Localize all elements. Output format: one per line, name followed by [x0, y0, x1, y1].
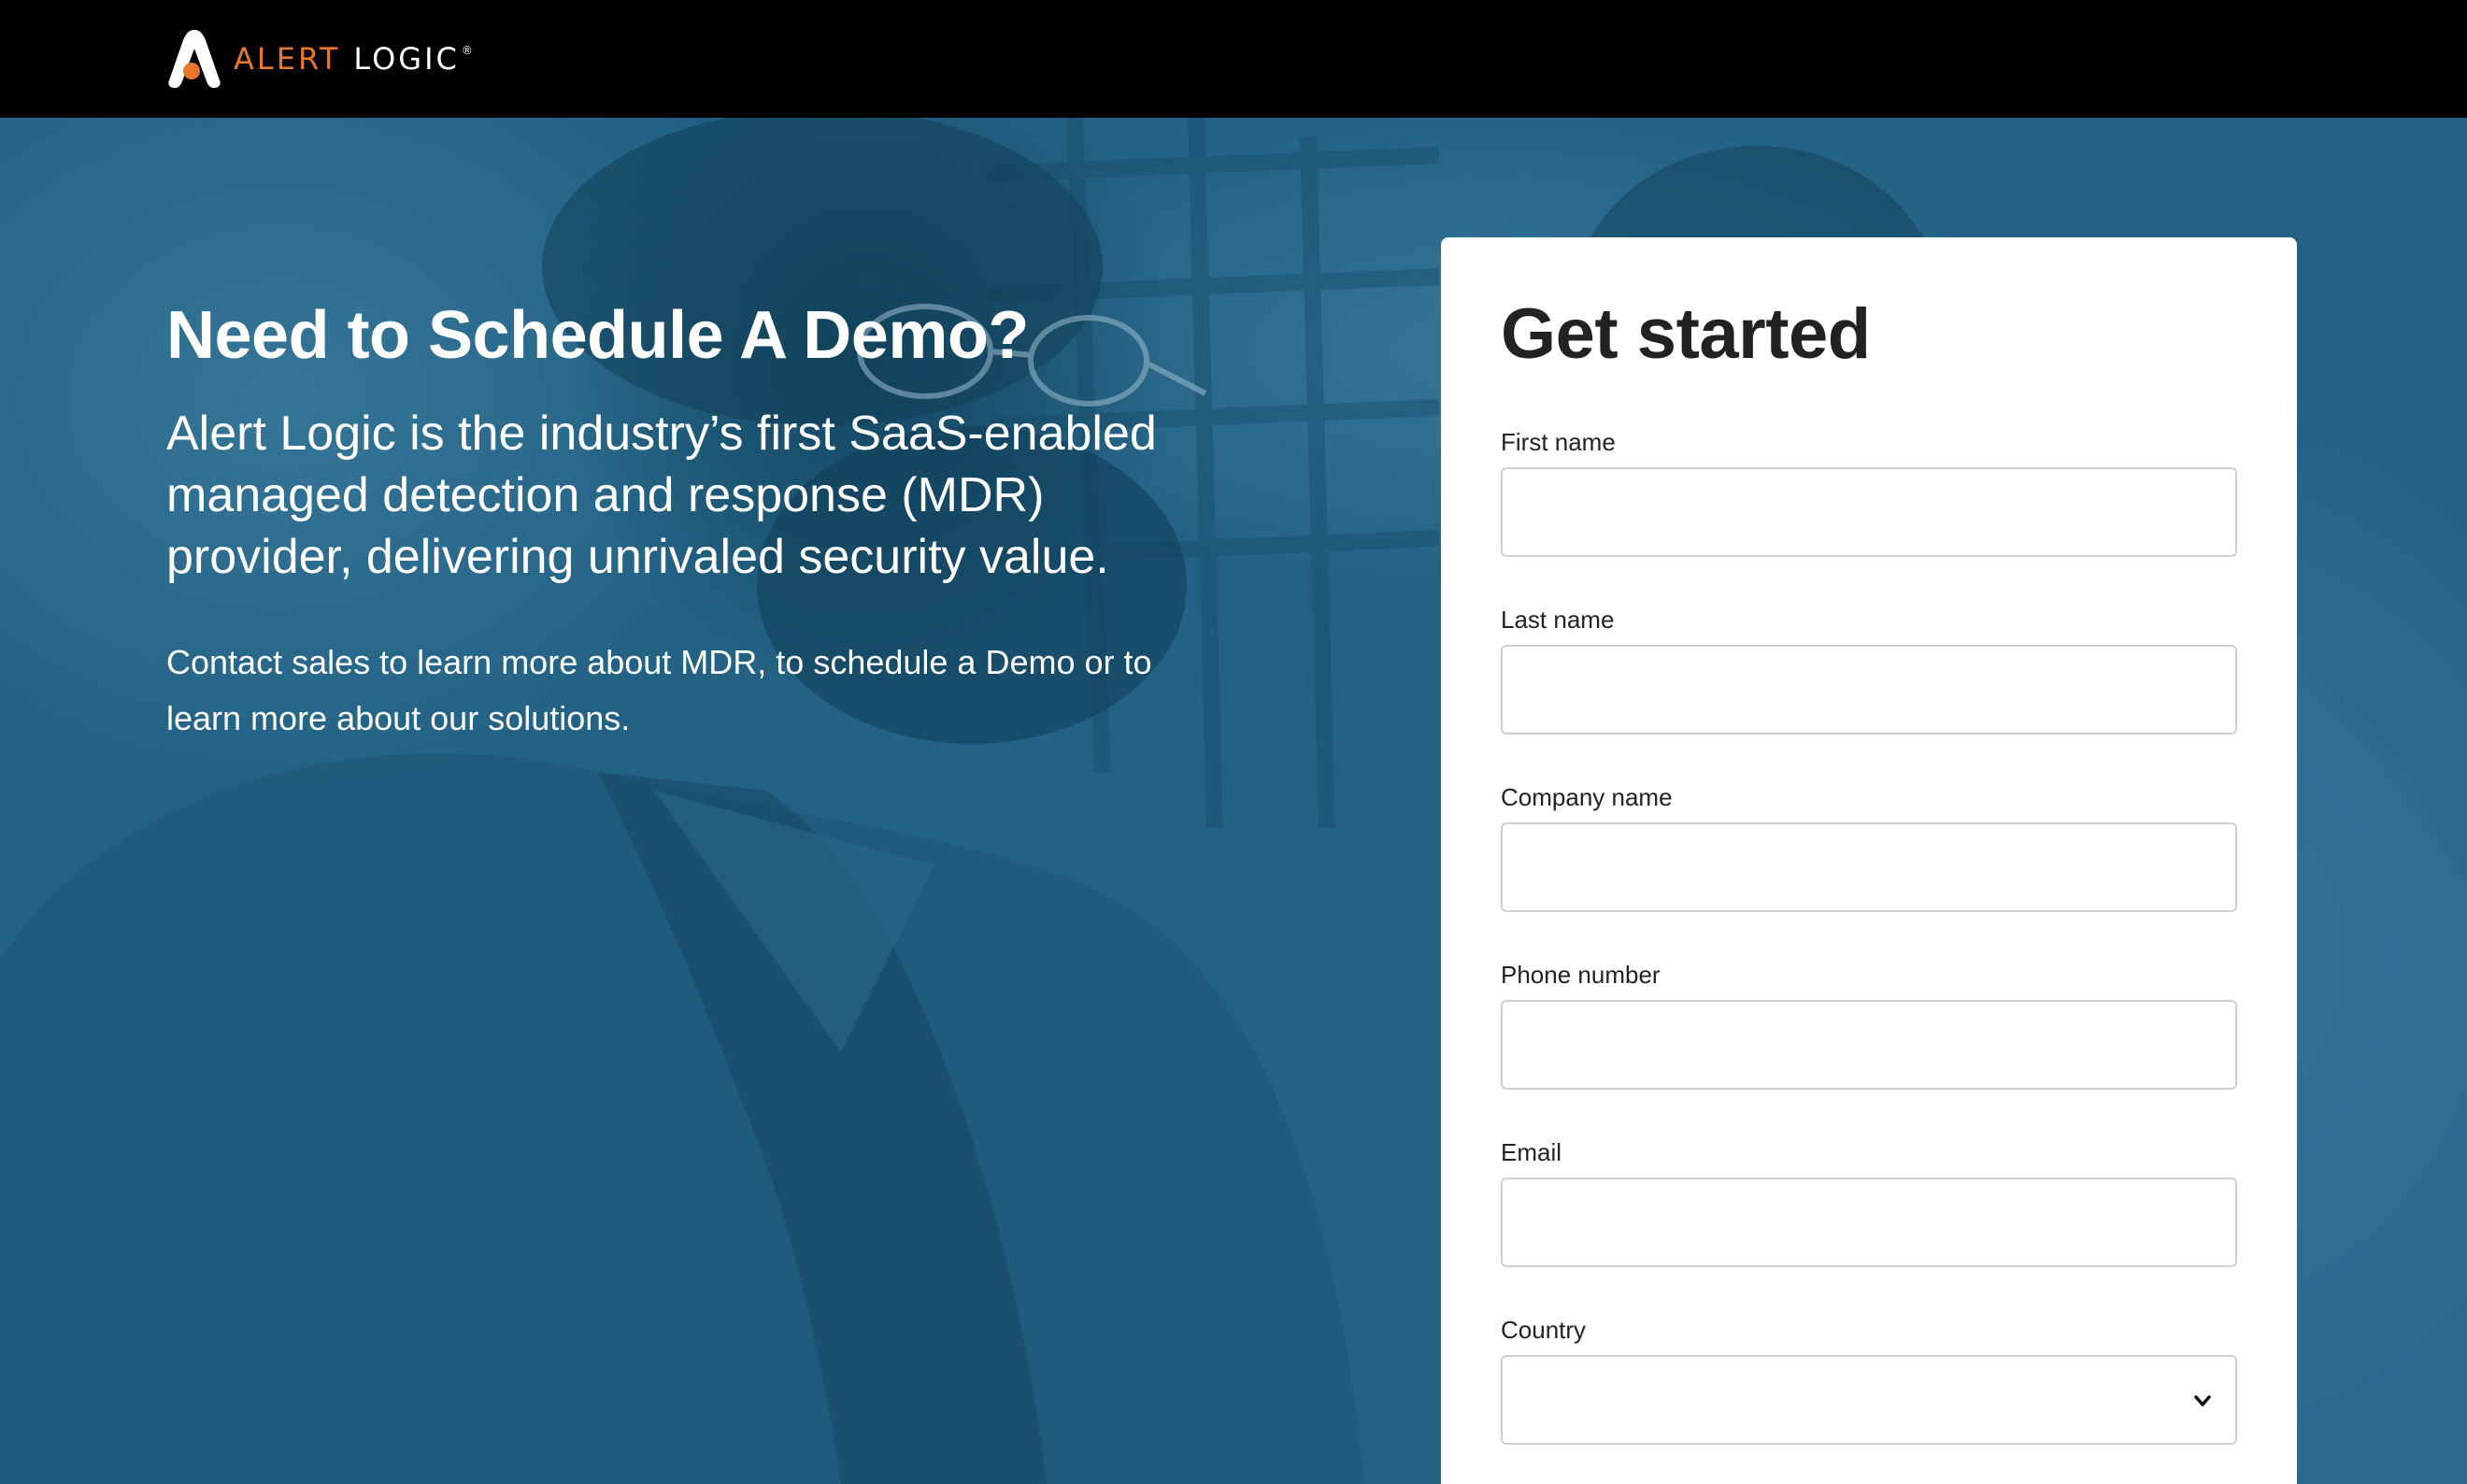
form-title: Get started [1501, 294, 1871, 374]
phone-number-input[interactable] [1501, 1000, 2237, 1090]
first-name-field: First name [1501, 428, 2237, 557]
country-field: Country [1501, 1316, 2237, 1445]
hero-section: Need to Schedule A Demo? Alert Logic is … [0, 118, 2467, 1484]
email-label: Email [1501, 1138, 1562, 1166]
hero-lead-text: Alert Logic is the industry’s first SaaS… [166, 407, 1157, 585]
hero-copy: Need to Schedule A Demo? Alert Logic is … [166, 298, 1222, 747]
first-name-input[interactable] [1501, 467, 2237, 557]
country-label: Country [1501, 1316, 1587, 1344]
brand-word-alert: ALERT [234, 41, 341, 77]
demo-request-form: Get started First name Last name Company… [1441, 237, 2297, 1484]
country-select[interactable] [1501, 1355, 2237, 1445]
chevron-down-icon [2194, 1395, 2211, 1406]
phone-number-label: Phone number [1501, 961, 1661, 989]
last-name-field: Last name [1501, 606, 2237, 735]
phone-number-field: Phone number [1501, 961, 2237, 1090]
hero-sub-text: Contact sales to learn more about MDR, t… [166, 643, 1152, 738]
top-navigation-bar: ALERT LOGIC ® [0, 0, 2467, 118]
last-name-label: Last name [1501, 606, 1615, 634]
email-input[interactable] [1501, 1177, 2237, 1267]
registered-mark: ® [461, 44, 473, 57]
first-name-label: First name [1501, 428, 1616, 456]
last-name-input[interactable] [1501, 645, 2237, 735]
company-name-label: Company name [1501, 783, 1673, 811]
alert-logic-logo-icon [168, 30, 221, 88]
email-field: Email [1501, 1138, 2237, 1267]
company-name-field: Company name [1501, 783, 2237, 912]
alert-logic-logo[interactable]: ALERT LOGIC ® [166, 28, 473, 90]
hero-title: Need to Schedule A Demo? [166, 298, 1029, 373]
company-name-input[interactable] [1501, 822, 2237, 912]
brand-word-logic: LOGIC [353, 41, 460, 77]
brand-name: ALERT LOGIC ® [234, 44, 473, 74]
